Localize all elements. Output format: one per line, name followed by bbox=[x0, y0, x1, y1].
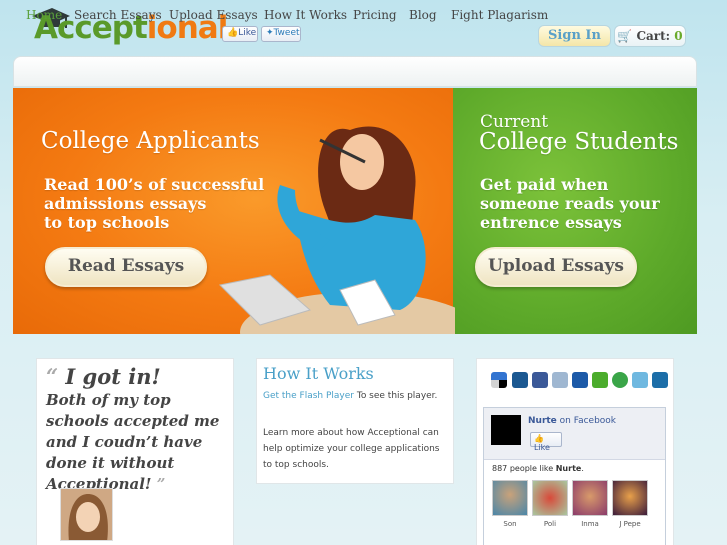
hero-left-title: College Applicants bbox=[41, 128, 260, 154]
nav-how-it-works[interactable]: How It Works bbox=[264, 8, 347, 22]
upload-essays-button[interactable]: Upload Essays bbox=[475, 247, 637, 287]
testimonial-body: Both of my top schools accepted me and I… bbox=[46, 391, 220, 493]
hero-left-line-3: to top schools bbox=[44, 213, 170, 232]
facebook-box-like-label: Like bbox=[534, 443, 550, 452]
linkedin-icon[interactable] bbox=[652, 372, 668, 388]
facebook-page-name-text: Nurte bbox=[528, 416, 557, 426]
delicious-icon[interactable] bbox=[491, 372, 507, 388]
flash-player-notice: Get the Flash Player To see this player. bbox=[263, 391, 437, 401]
cart-label: Cart: bbox=[636, 29, 671, 43]
hero-left-line-2: admissions essays bbox=[44, 194, 207, 213]
like-count-suffix: . bbox=[581, 464, 584, 473]
stumbleupon-icon[interactable] bbox=[592, 372, 608, 388]
fan-name-poli[interactable]: Poli bbox=[532, 520, 568, 528]
facebook-on-text: on Facebook bbox=[556, 416, 617, 426]
hero-right-line-3: entrence essays bbox=[480, 213, 622, 232]
close-quote-mark: ” bbox=[156, 475, 166, 493]
cart-icon: 🛒 bbox=[617, 29, 633, 43]
testimonial-avatar bbox=[60, 488, 113, 541]
fan-name-son[interactable]: Son bbox=[492, 520, 528, 528]
main-nav bbox=[13, 56, 697, 87]
person-photo-icon bbox=[61, 489, 112, 540]
facebook-like-button[interactable]: 👍Like bbox=[222, 26, 258, 42]
nav-pricing[interactable]: Pricing bbox=[353, 8, 397, 22]
nav-fight-plagarism[interactable]: Fight Plagarism bbox=[451, 8, 548, 22]
facebook-box-like-button[interactable]: 👍Like bbox=[530, 432, 562, 452]
nav-blog[interactable]: Blog bbox=[409, 8, 437, 22]
twitter-icon[interactable] bbox=[632, 372, 648, 388]
hero-left-line-1: Read 100’s of successful bbox=[44, 175, 265, 194]
facebook-page-thumbnail[interactable] bbox=[491, 415, 521, 445]
hero-right-title: College Students bbox=[479, 129, 679, 155]
fan-photo-j-pepe[interactable] bbox=[612, 480, 648, 516]
twitter-bird-icon: ✦ bbox=[266, 28, 274, 38]
like-count-prefix: 887 people like bbox=[492, 464, 556, 473]
facebook-page-name[interactable]: Nurte on Facebook bbox=[528, 416, 616, 426]
fan-name-j-pepe[interactable]: J Pepe bbox=[612, 520, 648, 528]
nav-search-essays[interactable]: Search Essays bbox=[74, 8, 162, 22]
hero-right-line-1: Get paid when bbox=[480, 175, 609, 194]
like-count-name: Nurte bbox=[555, 464, 582, 473]
open-quote-mark: “ bbox=[46, 364, 59, 389]
fan-name-inma[interactable]: Inma bbox=[572, 520, 608, 528]
nav-upload-essays[interactable]: Upload Essays bbox=[169, 8, 258, 22]
flash-notice-text: To see this player. bbox=[353, 391, 438, 401]
fan-photo-poli[interactable] bbox=[532, 480, 568, 516]
google-icon[interactable] bbox=[552, 372, 568, 388]
tweet-button[interactable]: ✦Tweet bbox=[261, 26, 301, 42]
nav-home[interactable]: Home bbox=[26, 8, 62, 22]
fan-photo-inma[interactable] bbox=[572, 480, 608, 516]
thumbs-up-icon: 👍 bbox=[534, 434, 544, 443]
hero-right-line-2: someone reads your bbox=[480, 194, 660, 213]
facebook-icon[interactable] bbox=[532, 372, 548, 388]
get-flash-player-link[interactable]: Get the Flash Player bbox=[263, 391, 354, 401]
testimonial-quote: “ I got in! Both of my top schools accep… bbox=[46, 366, 231, 495]
tweet-label: Tweet bbox=[273, 28, 300, 38]
cart-button[interactable]: 🛒 Cart: 0 bbox=[614, 25, 686, 47]
facebook-like-count: 887 people like Nurte. bbox=[492, 464, 584, 473]
myspace-icon[interactable] bbox=[572, 372, 588, 388]
testimonial-headline: I got in! bbox=[65, 364, 161, 389]
read-essays-button[interactable]: Read Essays bbox=[45, 247, 207, 287]
facebook-like-label: Like bbox=[238, 28, 257, 38]
fan-photo-son[interactable] bbox=[492, 480, 528, 516]
how-it-works-body: Learn more about how Acceptional can hel… bbox=[263, 428, 440, 470]
cart-count: 0 bbox=[674, 29, 683, 43]
digg-icon[interactable] bbox=[512, 372, 528, 388]
how-it-works-title: How It Works bbox=[263, 364, 374, 383]
technorati-icon[interactable] bbox=[612, 372, 628, 388]
sign-in-button[interactable]: Sign In bbox=[538, 25, 611, 47]
thumbs-up-icon: 👍 bbox=[227, 28, 239, 38]
